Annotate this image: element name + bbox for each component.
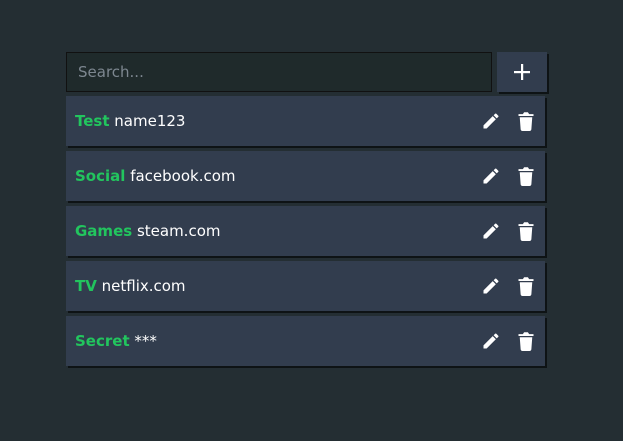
edit-button[interactable] — [479, 274, 503, 298]
entry-value: netflix.com — [101, 277, 186, 295]
pencil-icon — [483, 278, 499, 294]
delete-button[interactable] — [514, 109, 538, 133]
entry-actions — [479, 261, 538, 311]
list-item[interactable]: Secret *** — [66, 316, 545, 366]
toolbar — [66, 52, 547, 92]
trash-icon — [518, 222, 534, 241]
delete-button[interactable] — [514, 219, 538, 243]
entry-text: Games steam.com — [75, 222, 221, 240]
entry-category: Secret — [75, 332, 130, 350]
entry-actions — [479, 96, 538, 146]
list-item[interactable]: Social facebook.com — [66, 151, 545, 201]
pencil-icon — [483, 223, 499, 239]
trash-icon — [518, 332, 534, 351]
entry-actions — [479, 206, 538, 256]
list-item[interactable]: Test name123 — [66, 96, 545, 146]
pencil-icon — [483, 168, 499, 184]
list-item[interactable]: Games steam.com — [66, 206, 545, 256]
delete-button[interactable] — [514, 274, 538, 298]
delete-button[interactable] — [514, 329, 538, 353]
plus-icon — [514, 64, 530, 80]
delete-button[interactable] — [514, 164, 538, 188]
edit-button[interactable] — [479, 164, 503, 188]
entry-actions — [479, 316, 538, 366]
entry-value: steam.com — [136, 222, 221, 240]
trash-icon — [518, 112, 534, 131]
entry-text: TV netflix.com — [75, 277, 186, 295]
entry-text: Test name123 — [75, 112, 185, 130]
trash-icon — [518, 167, 534, 186]
entry-category: TV — [75, 277, 97, 295]
entry-value: facebook.com — [130, 167, 236, 185]
entry-list: Test name123 Social facebook.com Games s… — [66, 96, 547, 366]
entry-actions — [479, 151, 538, 201]
entry-text: Social facebook.com — [75, 167, 236, 185]
edit-button[interactable] — [479, 219, 503, 243]
edit-button[interactable] — [479, 329, 503, 353]
entry-category: Test — [75, 112, 110, 130]
pencil-icon — [483, 333, 499, 349]
entry-value: name123 — [114, 112, 186, 130]
search-input[interactable] — [66, 52, 492, 92]
entry-category: Social — [75, 167, 126, 185]
edit-button[interactable] — [479, 109, 503, 133]
add-button[interactable] — [497, 52, 547, 92]
app-container: Test name123 Social facebook.com — [66, 52, 547, 371]
list-item[interactable]: TV netflix.com — [66, 261, 545, 311]
entry-category: Games — [75, 222, 133, 240]
entry-value: *** — [134, 332, 157, 350]
entry-text: Secret *** — [75, 332, 157, 350]
trash-icon — [518, 277, 534, 296]
pencil-icon — [483, 113, 499, 129]
